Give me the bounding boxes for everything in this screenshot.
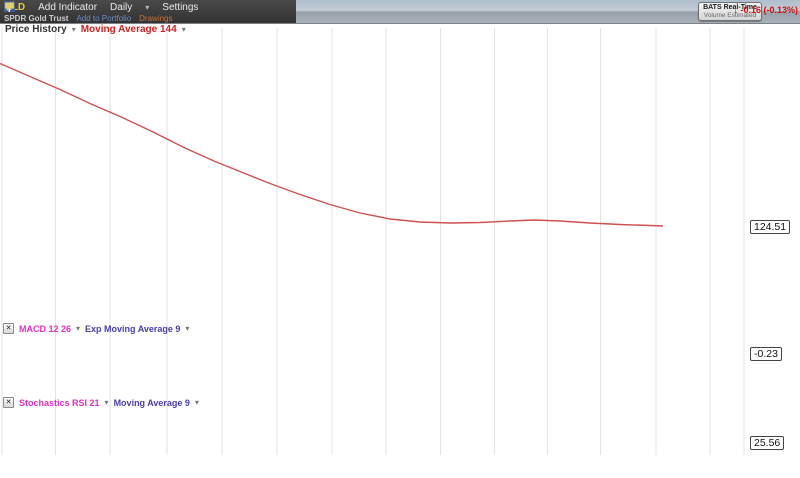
close-icon[interactable]: ✕ (3, 397, 14, 408)
caret-down-icon[interactable]: ▾ (182, 25, 186, 34)
caret-down-icon[interactable]: ▾ (72, 25, 76, 34)
caret-down-icon[interactable]: ▾ (185, 324, 189, 333)
note-icon[interactable] (4, 1, 15, 12)
price-history-dropdown[interactable]: Price History (5, 24, 67, 35)
caret-down-icon[interactable]: ▾ (105, 398, 109, 407)
drawings-button[interactable]: Drawings (139, 14, 172, 23)
price-legend: Price History ▾ Moving Average 144 ▾ (5, 24, 186, 35)
stoch-ma-dropdown[interactable]: Moving Average 9 (114, 398, 190, 408)
symbol-fullname: SPDR Gold Trust (4, 14, 68, 23)
stoch-value-box: 25.56 (750, 436, 784, 450)
macd-legend: ✕ MACD 12 26 ▾ Exp Moving Average 9 ▾ (3, 323, 189, 334)
toolbar-row-1: GLD Add Indicator Daily ▾ Settings (4, 1, 213, 13)
settings-button[interactable]: Settings (162, 2, 198, 13)
timeframe-select[interactable]: Daily (110, 2, 132, 13)
toolbar-row-2: SPDR Gold Trust Add to Portfolio Drawing… (4, 14, 173, 23)
ma144-dropdown[interactable]: Moving Average 144 (81, 24, 177, 35)
charting-app: { "header": { "symbol": "GLD", "add_indi… (0, 0, 800, 478)
add-to-portfolio-link[interactable]: Add to Portfolio (76, 14, 131, 23)
macd-dropdown[interactable]: MACD 12 26 (19, 324, 71, 334)
macd-ma-dropdown[interactable]: Exp Moving Average 9 (85, 324, 180, 334)
close-icon[interactable]: ✕ (3, 323, 14, 334)
stoch-legend: ✕ Stochastics RSI 21 ▾ Moving Average 9 … (3, 397, 199, 408)
price-change: ↓ -0.16 (-0.13%) (733, 5, 798, 16)
caret-down-icon[interactable]: ▾ (195, 398, 199, 407)
stoch-dropdown[interactable]: Stochastics RSI 21 (19, 398, 100, 408)
change-value: -0.16 (-0.13%) (740, 5, 798, 15)
down-arrow-icon: ↓ (733, 5, 738, 16)
last-price-box: 124.51 (750, 220, 790, 234)
add-indicator-button[interactable]: Add Indicator (38, 2, 97, 13)
timeframe-caret-icon[interactable]: ▾ (145, 3, 149, 12)
macd-value-box: -0.23 (750, 347, 782, 361)
caret-down-icon[interactable]: ▾ (76, 324, 80, 333)
